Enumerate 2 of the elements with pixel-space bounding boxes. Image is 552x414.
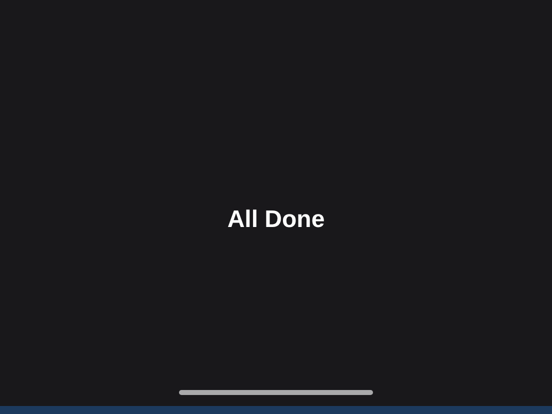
home-indicator[interactable] — [179, 390, 373, 395]
completion-message: All Done — [227, 206, 325, 234]
